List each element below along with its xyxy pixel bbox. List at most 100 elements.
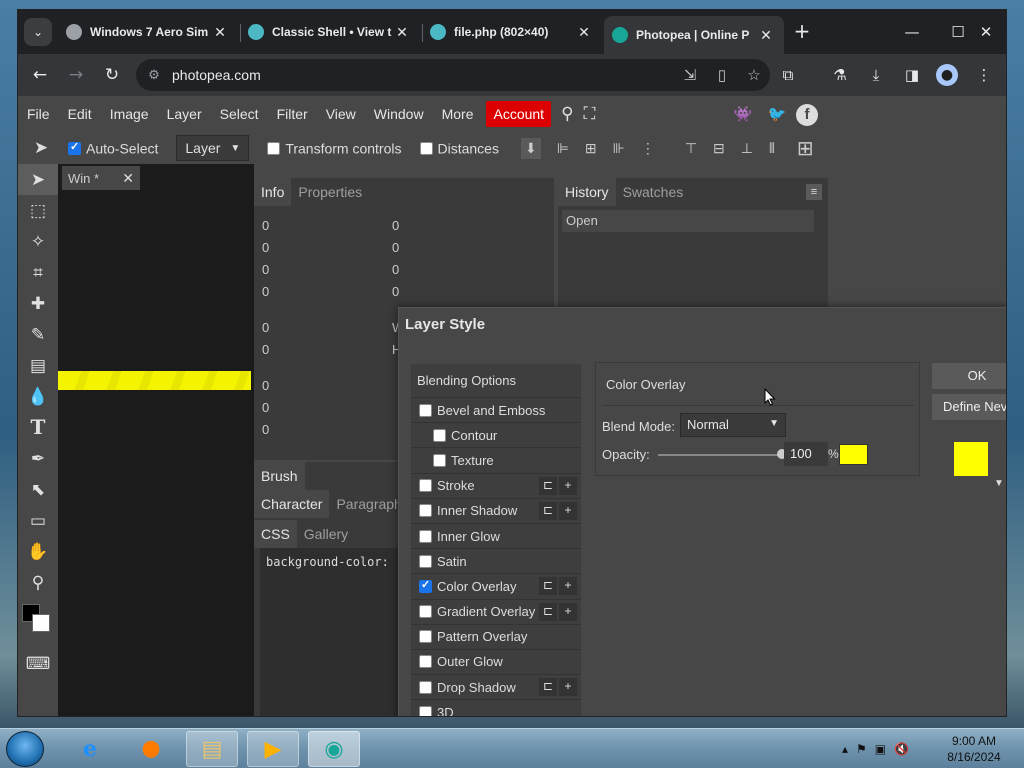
internet-explorer-icon[interactable]: e [64, 731, 116, 767]
checkbox-icon[interactable] [419, 605, 432, 619]
style-item-color-overlay[interactable]: Color Overlay ⊏+ [411, 574, 581, 600]
align-middle-icon[interactable]: ⊟ [713, 140, 725, 157]
style-item-inner-shadow[interactable]: Inner Shadow ⊏ + [411, 498, 581, 524]
browser-tab[interactable]: Windows 7 Aero Sim ✕ [58, 16, 238, 48]
remove-style-icon[interactable]: ⊏ [539, 577, 557, 596]
layer-select[interactable]: Layer ▼ [176, 135, 250, 161]
remove-style-icon[interactable]: ⊏ [539, 501, 557, 520]
history-item[interactable]: Open [562, 210, 814, 232]
close-tab-icon[interactable]: ✕ [756, 27, 776, 44]
align-right-icon[interactable]: ⊪ [613, 140, 625, 157]
align-left-icon[interactable]: ⊫ [557, 140, 569, 157]
style-item-pattern-overlay[interactable]: Pattern Overlay [411, 624, 581, 650]
magic-wand-tool[interactable]: ✧ [18, 226, 58, 257]
rectangle-tool[interactable]: ▭ [18, 505, 58, 536]
checkbox-icon[interactable] [419, 655, 432, 669]
checkbox-icon[interactable] [419, 403, 432, 417]
tab-brush[interactable]: Brush [254, 462, 305, 490]
checkbox-icon[interactable] [419, 630, 432, 644]
tab-css[interactable]: CSS [254, 520, 297, 548]
style-item-gradient-overlay[interactable]: Gradient Overlay ⊏ + [411, 599, 581, 625]
define-new-button[interactable]: Define Nev [932, 394, 1006, 420]
menu-filter[interactable]: Filter [268, 96, 317, 132]
menu-edit[interactable]: Edit [59, 96, 101, 132]
checkbox-icon[interactable] [419, 479, 432, 493]
tab-history[interactable]: History [558, 178, 616, 206]
close-tab-icon[interactable]: ✕ [210, 24, 230, 41]
close-tab-icon[interactable]: ✕ [574, 24, 594, 41]
pen-tool[interactable]: ✒ [18, 443, 58, 474]
style-item-outer-glow[interactable]: Outer Glow [411, 649, 581, 676]
photopea-taskbar-icon[interactable]: ◉ [308, 731, 360, 767]
checkbox-icon[interactable] [419, 504, 432, 518]
bookmark-star-icon[interactable]: ☆ [738, 66, 770, 84]
browser-tab[interactable]: Classic Shell • View t ✕ [240, 16, 420, 48]
style-item-3d[interactable]: 3D [411, 700, 581, 716]
twitter-icon[interactable]: 🐦 [766, 104, 788, 126]
style-item-contour[interactable]: Contour [411, 423, 581, 449]
menu-more[interactable]: More [433, 96, 483, 132]
auto-select-checkbox[interactable]: Auto-Select [68, 139, 158, 157]
tab-paragraph[interactable]: Paragraph [329, 490, 408, 518]
background-color[interactable] [32, 614, 50, 632]
fullscreen-icon[interactable]: ⛶ [584, 104, 596, 124]
align-center-icon[interactable]: ⊞ [585, 140, 597, 157]
ok-button[interactable]: OK [932, 363, 1006, 389]
search-icon[interactable]: ⚲ [561, 104, 573, 124]
gradient-tool[interactable]: ▤ [18, 350, 58, 381]
grid-icon[interactable]: ⊞ [797, 136, 814, 161]
reddit-icon[interactable]: 👾 [732, 104, 754, 126]
color-swatches[interactable] [18, 598, 58, 642]
tab-gallery[interactable]: Gallery [297, 520, 355, 548]
account-button[interactable]: Account [486, 101, 552, 127]
minimize-icon[interactable]: — [890, 18, 934, 46]
crop-tool[interactable]: ⌗ [18, 257, 58, 288]
document-tab[interactable]: Win * ✕ [62, 166, 140, 190]
address-bar[interactable]: ⚙ photopea.com ⇲ ▯ ☆ [136, 59, 770, 91]
extensions-icon[interactable]: ⧉ [774, 62, 802, 88]
menu-file[interactable]: File [18, 96, 59, 132]
panel-menu-icon[interactable]: ≡ [806, 184, 822, 200]
style-item-drop-shadow[interactable]: Drop Shadow ⊏ + [411, 675, 581, 701]
tab-search-button[interactable]: ⌄ [24, 18, 52, 46]
site-info-icon[interactable]: ⚙ [136, 67, 172, 83]
forward-icon[interactable]: → [62, 62, 90, 88]
firefox-icon[interactable]: ● [125, 731, 177, 767]
checkbox-icon[interactable] [419, 680, 432, 694]
blend-mode-select[interactable]: Normal ▼ [680, 413, 786, 437]
style-item-blending-options[interactable]: Blending Options [411, 364, 581, 398]
opacity-input[interactable]: 100 [784, 442, 828, 466]
add-style-icon[interactable]: + [559, 476, 577, 495]
canvas-area[interactable]: Win * ✕ [58, 164, 254, 716]
style-item-satin[interactable]: Satin [411, 549, 581, 575]
close-window-icon[interactable]: ✕ [964, 18, 1006, 46]
move-tool[interactable]: ➤ [18, 164, 58, 195]
checkbox-icon[interactable] [419, 529, 432, 543]
reload-icon[interactable]: ↻ [98, 62, 126, 88]
browser-tab[interactable]: file.php (802×40) ✕ [422, 16, 602, 48]
action-center-icon[interactable]: ⚑ [856, 742, 867, 756]
add-style-icon[interactable]: + [559, 501, 577, 520]
add-style-icon[interactable]: + [559, 602, 577, 621]
align-bottom-icon[interactable]: ⊥ [741, 140, 753, 157]
remove-style-icon[interactable]: ⊏ [539, 678, 557, 697]
page-icon[interactable]: ▯ [706, 66, 738, 84]
distribute-horizontal-icon[interactable]: ⫴ [769, 140, 775, 157]
labs-icon[interactable]: ⚗ [826, 62, 854, 88]
distribute-icon[interactable]: ⋮ [641, 140, 655, 157]
path-select-tool[interactable]: ⬉ [18, 474, 58, 505]
tab-properties[interactable]: Properties [291, 178, 369, 206]
menu-layer[interactable]: Layer [158, 96, 211, 132]
style-item-stroke[interactable]: Stroke ⊏ + [411, 473, 581, 499]
menu-select[interactable]: Select [211, 96, 268, 132]
download-layer-icon[interactable]: ⬇ [520, 137, 541, 159]
network-icon[interactable]: ▣ [875, 742, 886, 756]
hand-tool[interactable]: ✋ [18, 536, 58, 567]
volume-muted-icon[interactable]: 🔇 [894, 742, 909, 756]
tab-swatches[interactable]: Swatches [616, 178, 691, 206]
zoom-tool[interactable]: ⚲ [18, 567, 58, 598]
checkbox-icon[interactable] [433, 428, 446, 442]
add-style-icon[interactable]: + [559, 577, 577, 596]
checkbox-icon[interactable] [433, 453, 446, 467]
menu-image[interactable]: Image [101, 96, 158, 132]
